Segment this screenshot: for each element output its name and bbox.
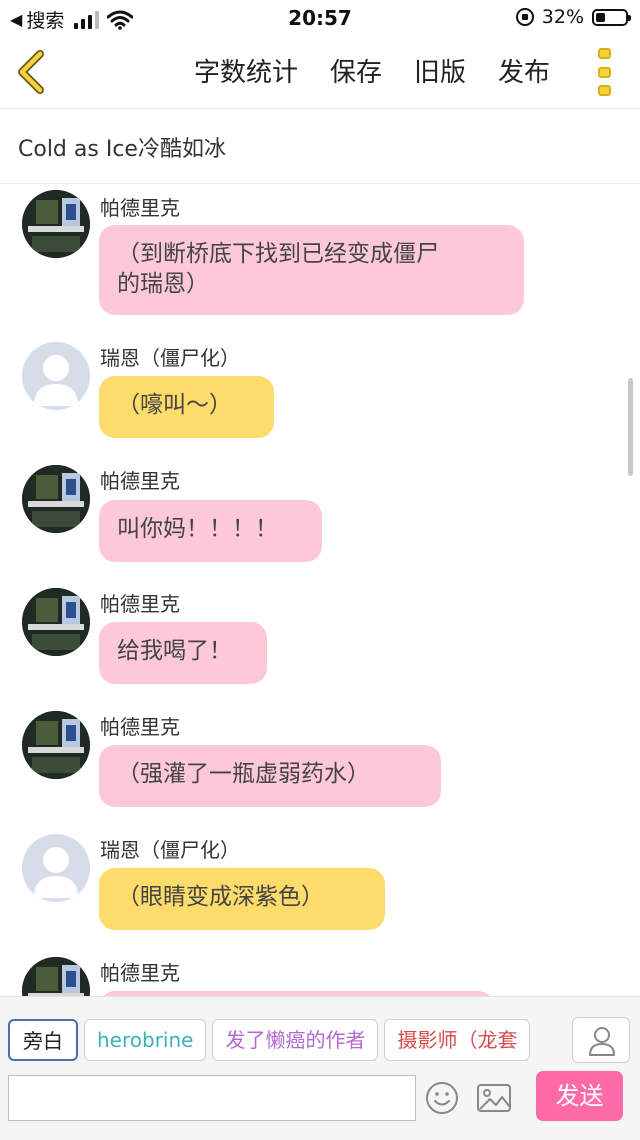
message-input[interactable]: [8, 1075, 416, 1121]
role-lazy-author[interactable]: 发了懒癌的作者: [212, 1019, 379, 1061]
status-right: 32%: [515, 6, 631, 28]
orientation-lock-icon: [515, 8, 534, 26]
send-button[interactable]: 发送: [536, 1071, 623, 1121]
status-bar: ◀ 搜索 20:57 32%: [0, 0, 640, 36]
role-photographer[interactable]: 摄影师（龙套: [384, 1019, 531, 1061]
sender-name: 帕德里克: [100, 196, 180, 220]
message-text-line: 给我喝了！: [117, 638, 232, 664]
sender-name: 帕德里克: [100, 592, 180, 616]
avatar-patrick-icon: [22, 711, 90, 779]
message-text-line: （眼睛变成深紫色）: [117, 884, 324, 910]
role-herobrine[interactable]: herobrine: [84, 1019, 207, 1061]
default-avatar-icon: [22, 342, 90, 410]
smiley-icon[interactable]: [425, 1081, 459, 1115]
avatar-patrick-icon: [22, 190, 90, 258]
battery-icon: [592, 8, 631, 26]
message-bubble[interactable]: 给我喝了！: [99, 622, 267, 684]
avatar[interactable]: [22, 711, 90, 779]
avatar[interactable]: [22, 957, 90, 996]
message-bubble[interactable]: （嚎叫～）: [99, 376, 274, 438]
chevron-left-icon[interactable]: [12, 50, 52, 94]
message-bubble[interactable]: 叫你妈！！！！: [99, 500, 322, 562]
default-avatar-icon: [22, 834, 90, 902]
publish-button[interactable]: 发布: [498, 52, 550, 89]
message-text-line: 叫你妈！！！！: [117, 516, 278, 542]
message-bubble[interactable]: （到断桥底下找到已经变成僵尸 的瑞恩）: [99, 225, 524, 315]
story-title[interactable]: Cold as Ice冷酷如冰: [18, 131, 226, 163]
role-selector: 旁白 herobrine 发了懒癌的作者 摄影师（龙套: [8, 1019, 578, 1063]
sender-name: 帕德里克: [100, 715, 180, 739]
composer: 旁白 herobrine 发了懒癌的作者 摄影师（龙套 发送: [0, 996, 640, 1140]
avatar[interactable]: [22, 190, 90, 258]
nav-actions: 字数统计 保存 旧版 发布: [194, 52, 550, 89]
avatar[interactable]: [22, 342, 90, 410]
battery-fill: [596, 12, 605, 22]
sender-name: 瑞恩（僵尸化）: [100, 838, 240, 862]
avatar[interactable]: [22, 588, 90, 656]
message-text-line: （强灌了一瓶虚弱药水）: [117, 761, 370, 787]
save-button[interactable]: 保存: [330, 52, 382, 89]
sender-name: 帕德里克: [100, 469, 180, 493]
nav-bar: 字数统计 保存 旧版 发布: [0, 36, 640, 109]
role-narrator[interactable]: 旁白: [8, 1019, 78, 1061]
message-text-line: （嚎叫～）: [117, 392, 232, 418]
old-version-button[interactable]: 旧版: [414, 52, 466, 89]
word-count-button[interactable]: 字数统计: [194, 52, 298, 89]
avatar-patrick-icon: [22, 957, 90, 996]
add-role-button[interactable]: [572, 1017, 630, 1063]
chat-area[interactable]: 帕德里克 （到断桥底下找到已经变成僵尸 的瑞恩） 瑞恩（僵尸化） （嚎叫～） 帕…: [0, 184, 640, 996]
chat-scrollbar[interactable]: [628, 378, 633, 476]
image-icon[interactable]: [476, 1081, 512, 1115]
message-text-line: 的瑞恩）: [117, 271, 209, 297]
message-bubble[interactable]: （眼睛变成深紫色）: [99, 868, 385, 930]
avatar-patrick-icon: [22, 588, 90, 656]
message-bubble[interactable]: （强灌了一瓶虚弱药水）: [99, 745, 441, 807]
more-vertical-icon[interactable]: [598, 48, 614, 96]
avatar[interactable]: [22, 465, 90, 533]
avatar[interactable]: [22, 834, 90, 902]
sender-name: 帕德里克: [100, 961, 180, 985]
user-icon: [589, 1027, 615, 1056]
sender-name: 瑞恩（僵尸化）: [100, 346, 240, 370]
battery-percent: 32%: [541, 6, 584, 28]
avatar-patrick-icon: [22, 465, 90, 533]
message-text-line: （到断桥底下找到已经变成僵尸: [117, 241, 439, 267]
story-title-bar: Cold as Ice冷酷如冰: [0, 109, 640, 184]
